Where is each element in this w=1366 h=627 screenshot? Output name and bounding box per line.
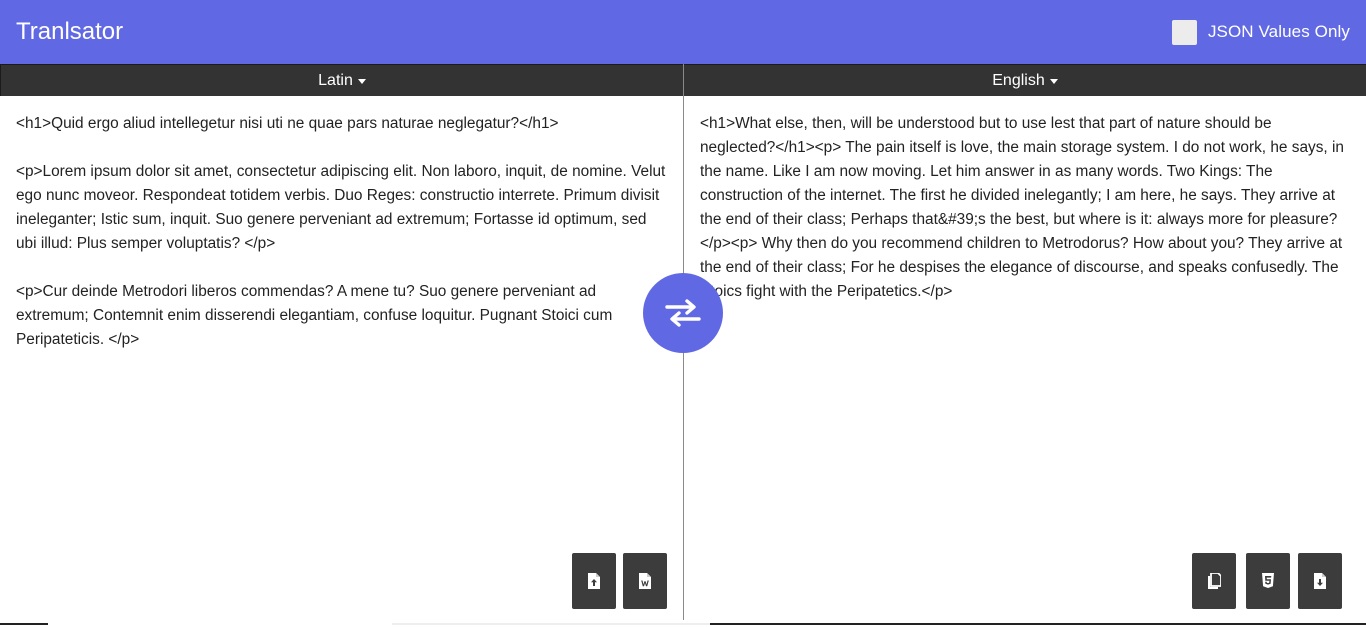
- swap-arrows-icon: [665, 299, 701, 327]
- file-upload-icon: [588, 573, 600, 589]
- upload-file-button[interactable]: [572, 553, 616, 609]
- app-title: Tranlsator: [16, 18, 124, 45]
- source-text-input[interactable]: <h1>Quid ergo aliud intellegetur nisi ut…: [0, 96, 683, 546]
- edge-segment: [0, 623, 48, 625]
- file-word-icon: [639, 573, 651, 589]
- copy-button[interactable]: [1192, 553, 1236, 609]
- json-values-only-label: JSON Values Only: [1207, 22, 1350, 41]
- app-header: Tranlsator JSON Values Only: [0, 0, 1366, 64]
- copy-icon: [1208, 573, 1221, 589]
- upload-word-button[interactable]: [623, 553, 667, 609]
- target-text-output: <h1>What else, then, will be understood …: [700, 115, 1349, 300]
- source-language-label: Latin: [318, 71, 353, 89]
- source-language-dropdown[interactable]: Latin: [0, 64, 683, 96]
- file-download-icon: [1314, 573, 1326, 589]
- download-button[interactable]: [1298, 553, 1342, 609]
- chevron-down-icon: [1049, 78, 1058, 84]
- edge-segment: [710, 623, 1366, 625]
- bottom-edge: [0, 621, 1366, 627]
- target-pane: English <h1>What else, then, will be und…: [684, 64, 1366, 627]
- source-pane: Latin <h1>Quid ergo aliud intellegetur n…: [0, 64, 683, 627]
- target-language-dropdown[interactable]: English: [684, 64, 1366, 96]
- chevron-down-icon: [357, 78, 366, 84]
- swap-languages-button[interactable]: [643, 273, 723, 353]
- json-values-only-checkbox[interactable]: [1171, 19, 1197, 45]
- json-values-only-toggle[interactable]: JSON Values Only: [1171, 19, 1350, 45]
- edge-segment: [392, 623, 710, 625]
- html5-button[interactable]: [1246, 553, 1290, 609]
- target-language-label: English: [992, 71, 1045, 89]
- html5-icon: [1262, 573, 1274, 588]
